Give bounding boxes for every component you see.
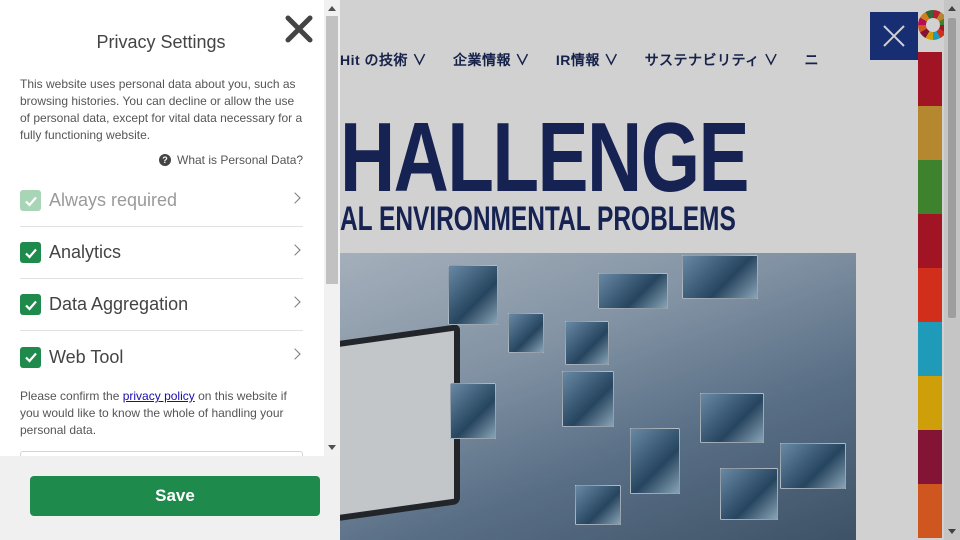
what-is-personal-data-link[interactable]: ? What is Personal Data? — [159, 153, 303, 167]
panel-scrollbar-thumb[interactable] — [326, 16, 338, 284]
save-button[interactable]: Save — [30, 476, 320, 516]
category-data-aggregation[interactable]: Data Aggregation — [20, 279, 303, 331]
category-label: Always required — [49, 190, 178, 210]
chevron-right-icon — [289, 296, 301, 308]
panel-scrollbar[interactable] — [324, 0, 340, 456]
checkbox-always-required[interactable] — [20, 190, 41, 211]
privacy-policy-text: Please confirm the privacy policy on thi… — [20, 388, 306, 439]
chevron-right-icon — [289, 192, 301, 204]
checkbox-data-aggregation[interactable] — [20, 294, 41, 315]
panel-close-button[interactable] — [283, 13, 315, 45]
category-label: Web Tool — [49, 346, 124, 367]
category-web-tool[interactable]: Web Tool — [20, 331, 303, 383]
panel-title: Privacy Settings — [96, 32, 226, 52]
category-label: Analytics — [49, 242, 122, 262]
category-label: Data Aggregation — [49, 294, 189, 314]
privacy-settings-panel: Privacy Settings This website uses perso… — [0, 0, 340, 540]
chevron-right-icon — [289, 348, 301, 360]
checkbox-web-tool[interactable] — [20, 346, 41, 368]
what-is-personal-data-label: What is Personal Data? — [177, 153, 304, 167]
privacy-panel-content: Privacy Settings This website uses perso… — [0, 0, 324, 456]
chevron-right-icon — [289, 244, 301, 256]
category-always-required[interactable]: Always required — [20, 175, 303, 227]
scroll-down-arrow-icon[interactable] — [328, 445, 336, 450]
panel-footer: Save — [0, 456, 340, 540]
checkbox-analytics[interactable] — [20, 242, 41, 263]
question-icon: ? — [159, 154, 171, 166]
consent-category-list: Always required Analytics Data Aggregati… — [20, 175, 303, 383]
policy-text-before: Please confirm the — [20, 389, 123, 403]
intro-text: This website uses personal data about yo… — [20, 77, 303, 142]
privacy-policy-link[interactable]: privacy policy — [123, 389, 195, 403]
checkmark-icon — [24, 300, 37, 311]
checkmark-icon — [24, 196, 37, 207]
checkmark-icon — [24, 352, 37, 363]
close-icon — [285, 15, 313, 43]
scroll-up-arrow-icon[interactable] — [328, 6, 336, 11]
category-analytics[interactable]: Analytics — [20, 227, 303, 279]
checkmark-icon — [24, 248, 37, 259]
